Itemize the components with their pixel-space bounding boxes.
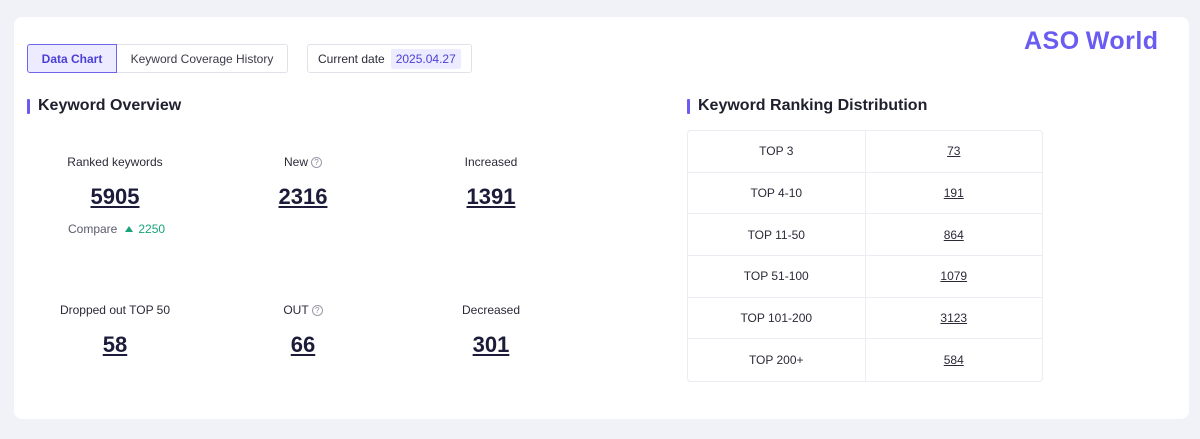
stat-label: Ranked keywords bbox=[67, 155, 163, 169]
current-date-label: Current date bbox=[318, 51, 385, 66]
stat-value[interactable]: 66 bbox=[291, 332, 315, 358]
stat-label: Increased bbox=[464, 155, 518, 169]
rank-count-link[interactable]: 1079 bbox=[940, 269, 967, 283]
rank-range: TOP 200+ bbox=[688, 339, 866, 382]
compare-label: Compare bbox=[68, 222, 118, 236]
current-date-box: Current date 2025.04.27 bbox=[307, 44, 472, 73]
stat-increased: Increased 1391 bbox=[411, 154, 571, 210]
stat-out: OUT ? 66 bbox=[223, 302, 383, 358]
stat-value[interactable]: 5905 bbox=[91, 184, 140, 210]
rank-count-cell: 864 bbox=[866, 214, 1043, 255]
rank-count-link[interactable]: 3123 bbox=[940, 311, 967, 325]
keyword-overview-title: Keyword Overview bbox=[27, 97, 181, 115]
stat-label-text: OUT bbox=[283, 303, 309, 317]
rank-count-cell: 3123 bbox=[866, 298, 1043, 339]
title-accent-bar bbox=[27, 98, 30, 114]
table-row: TOP 200+ 584 bbox=[688, 339, 1043, 382]
help-icon[interactable]: ? bbox=[311, 304, 323, 316]
stat-label: OUT ? bbox=[223, 302, 383, 318]
logo-text-world: World bbox=[1085, 26, 1159, 55]
stat-decreased: Decreased 301 bbox=[411, 302, 571, 358]
arrow-up-icon bbox=[125, 226, 134, 232]
stat-value[interactable]: 301 bbox=[473, 332, 510, 358]
rank-count-cell: 191 bbox=[866, 173, 1043, 214]
ranking-distribution-title: Keyword Ranking Distribution bbox=[687, 97, 927, 115]
view-tabs: Data Chart Keyword Coverage History bbox=[27, 44, 288, 73]
help-icon[interactable]: ? bbox=[311, 156, 322, 168]
rank-range: TOP 4-10 bbox=[688, 172, 866, 214]
stat-label: Dropped out TOP 50 bbox=[59, 303, 171, 317]
rank-count-link[interactable]: 73 bbox=[947, 144, 960, 158]
stat-value[interactable]: 58 bbox=[103, 332, 127, 358]
rank-count-link[interactable]: 191 bbox=[944, 186, 964, 200]
aso-world-logo: ASO World bbox=[1024, 27, 1159, 55]
table-row: TOP 4-10 191 bbox=[688, 172, 1043, 215]
tab-keyword-coverage-history[interactable]: Keyword Coverage History bbox=[117, 44, 288, 73]
tab-data-chart[interactable]: Data Chart bbox=[27, 44, 117, 73]
compare-value: 2250 bbox=[138, 222, 166, 236]
rank-range: TOP 3 bbox=[688, 131, 866, 172]
stat-dropped-out-top50: Dropped out TOP 50 58 bbox=[35, 302, 195, 358]
table-row: TOP 11-50 864 bbox=[688, 214, 1043, 257]
table-row: TOP 51-100 1079 bbox=[688, 256, 1042, 298]
stat-label-text: New bbox=[283, 155, 308, 169]
stat-label: Decreased bbox=[461, 303, 521, 317]
title-accent-bar bbox=[687, 98, 690, 114]
stat-new: New ? 2316 bbox=[223, 154, 383, 210]
compare-indicator: Compare 2250 bbox=[68, 222, 165, 236]
table-row: TOP 101-200 3123 bbox=[688, 297, 1043, 340]
rank-range: TOP 51-100 bbox=[688, 256, 866, 297]
rank-count-link[interactable]: 584 bbox=[944, 353, 964, 367]
stat-value[interactable]: 2316 bbox=[279, 184, 328, 210]
rank-count-cell: 73 bbox=[866, 131, 1043, 172]
keyword-overview-title-text: Keyword Overview bbox=[38, 97, 182, 114]
ranking-distribution-table: TOP 3 73 TOP 4-10 191 TOP 11-50 864 TOP … bbox=[687, 130, 1043, 383]
logo-text-aso: ASO bbox=[1024, 26, 1080, 55]
current-date-value[interactable]: 2025.04.27 bbox=[390, 48, 461, 69]
rank-range: TOP 101-200 bbox=[688, 297, 866, 339]
rank-count-link[interactable]: 864 bbox=[944, 228, 964, 242]
ranking-distribution-title-text: Keyword Ranking Distribution bbox=[698, 97, 928, 114]
rank-count-cell: 1079 bbox=[866, 256, 1043, 297]
rank-range: TOP 11-50 bbox=[688, 214, 866, 256]
stat-ranked-keywords: Ranked keywords 5905 bbox=[35, 154, 195, 210]
stat-label: New ? bbox=[223, 154, 383, 170]
table-row: TOP 3 73 bbox=[688, 131, 1042, 173]
rank-count-cell: 584 bbox=[866, 339, 1043, 381]
stat-value[interactable]: 1391 bbox=[467, 184, 516, 210]
